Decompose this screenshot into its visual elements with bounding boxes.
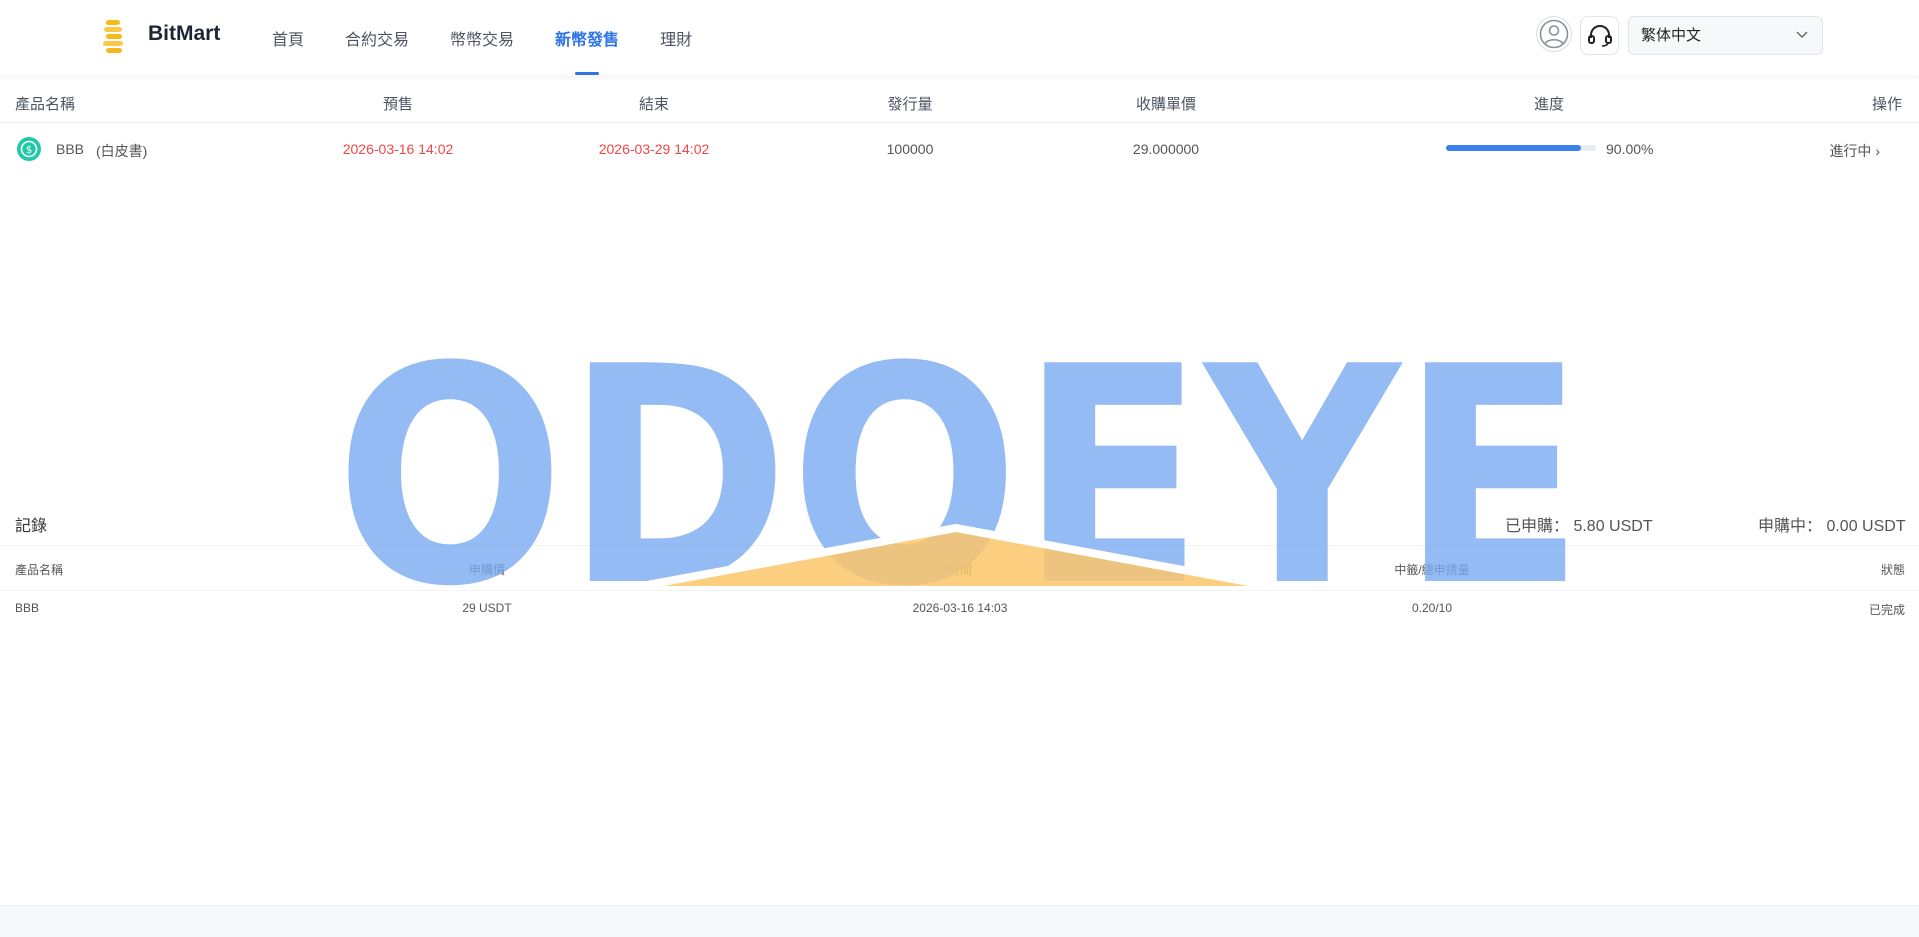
nav-finance[interactable]: 理財: [660, 26, 692, 75]
product-table-header: 產品名稱 預售 結束 發行量 收購單價 進度 操作: [0, 90, 1919, 123]
user-avatar-button[interactable]: [1536, 16, 1572, 52]
footer: [0, 905, 1919, 937]
records-table-row: BBB 29 USDT 2026-03-16 14:03 0.20/10 已完成: [0, 601, 1919, 619]
main-nav: 首頁 合約交易 幣幣交易 新幣發售 理財: [272, 26, 733, 75]
user-icon: [1539, 19, 1569, 49]
watermark-triangle: [619, 523, 1293, 590]
rcol-price: 申購價: [468, 563, 506, 577]
col-price: 收購單價: [1135, 96, 1197, 113]
nav-spot[interactable]: 幣幣交易: [450, 26, 514, 75]
records-divider: [0, 545, 1919, 546]
progress-bar-fill: [1446, 145, 1581, 151]
svg-text:$: $: [26, 145, 32, 156]
whitepaper-link[interactable]: (白皮書): [96, 141, 147, 161]
product-row[interactable]: $ BBB (白皮書) 2026-03-16 14:02 2026-03-29 …: [0, 134, 1919, 164]
records-table-header: 產品名稱 申購價 時間 中籤/總申請量 狀態: [0, 561, 1919, 579]
records-title: 記錄: [15, 518, 48, 535]
product-name: BBB: [56, 141, 85, 157]
rcol-time: 時間: [947, 563, 973, 577]
price-value: 29.000000: [1132, 141, 1200, 157]
col-presale: 預售: [382, 96, 414, 113]
record-ratio: 0.20/10: [1411, 601, 1453, 615]
language-select-value: 繁体中文: [1641, 27, 1702, 44]
col-progress: 進度: [1533, 96, 1565, 113]
col-action: 操作: [1871, 96, 1902, 113]
end-time: 2026-03-29 14:02: [598, 141, 710, 157]
rcol-ratio: 中籤/總申請量: [1394, 563, 1470, 577]
headset-icon: [1587, 24, 1612, 47]
watermark-text: ODOEYE: [335, 326, 1585, 590]
bitmart-logo-icon[interactable]: [100, 18, 130, 54]
top-header: BitMart 首頁 合約交易 幣幣交易 新幣發售 理財 繁体中文: [0, 0, 1919, 75]
rcol-product-name: 產品名稱: [15, 563, 64, 577]
col-supply: 發行量: [887, 96, 933, 113]
records-row-divider: [0, 590, 1919, 591]
record-product-name: BBB: [15, 601, 40, 615]
record-time: 2026-03-16 14:03: [912, 601, 1008, 615]
nav-new-listing[interactable]: 新幣發售: [555, 26, 619, 75]
coin-icon: $: [17, 137, 41, 161]
rcol-status: 狀態: [1880, 563, 1905, 577]
brand-name[interactable]: BitMart: [148, 22, 220, 46]
subscribing-total: 申購中： 0.00 USDT: [1758, 518, 1906, 535]
record-price: 29 USDT: [462, 601, 512, 615]
presale-time: 2026-03-16 14:02: [342, 141, 454, 157]
chevron-down-icon: [1796, 31, 1808, 38]
nav-futures[interactable]: 合約交易: [345, 26, 409, 75]
watermark-logo: ODOEYE: [335, 326, 1585, 590]
nav-home[interactable]: 首頁: [272, 26, 304, 75]
supply-value: 100000: [886, 141, 934, 157]
record-status: 已完成: [1868, 603, 1905, 617]
subscribed-total: 已申購： 5.80 USDT: [1505, 518, 1653, 535]
progress-bar: [1446, 145, 1596, 151]
language-select[interactable]: 繁体中文: [1628, 16, 1823, 55]
action-in-progress-link[interactable]: 進行中 ›: [1829, 141, 1880, 161]
progress-text: 90.00%: [1606, 141, 1654, 157]
customer-support-button[interactable]: [1580, 16, 1619, 55]
col-end: 結束: [638, 96, 670, 113]
col-product-name: 產品名稱: [15, 96, 76, 113]
